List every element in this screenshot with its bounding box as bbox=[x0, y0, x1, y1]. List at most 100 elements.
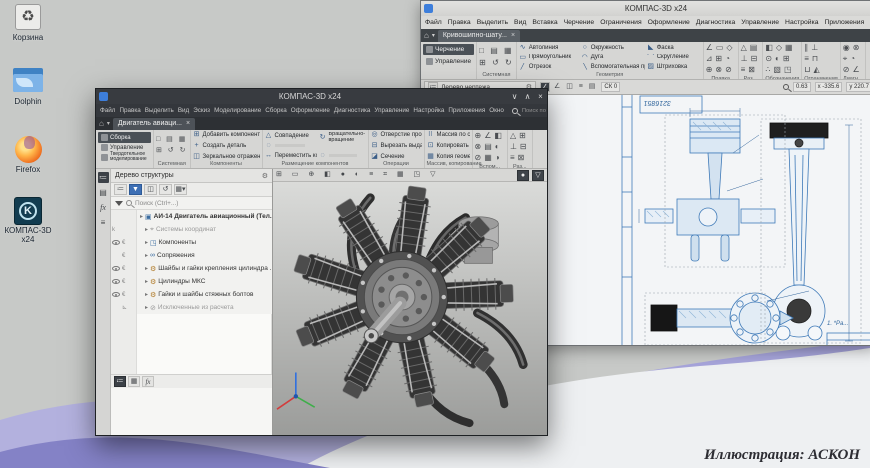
menu-diagnostics[interactable]: Диагностика bbox=[334, 107, 371, 114]
system-icons-row[interactable]: □ ▤ ▦ bbox=[479, 46, 514, 56]
eye-icon[interactable] bbox=[112, 240, 120, 245]
3d-viewport[interactable] bbox=[273, 182, 547, 435]
icon-grid-row[interactable]: ∴▧◳ bbox=[765, 65, 799, 74]
tool-copy-objects[interactable]: ⊡Копировать объекты bbox=[427, 142, 470, 149]
icon-grid-row[interactable]: ⌖◔ bbox=[843, 54, 863, 63]
menu-view[interactable]: Вид bbox=[178, 107, 189, 114]
tree-relations-button[interactable]: ◫ bbox=[144, 184, 157, 195]
tool-segment[interactable]: ╱Отрезок bbox=[519, 63, 579, 70]
tool-rectangle[interactable]: ▭Прямоугольник bbox=[519, 54, 579, 61]
menu-layout[interactable]: Оформление bbox=[648, 19, 690, 26]
tab-crank-drawing[interactable]: Кривошипно-шату... × bbox=[438, 30, 520, 42]
menu-apps[interactable]: Приложения bbox=[825, 19, 865, 26]
icon-grid-row[interactable]: ⊘∠ bbox=[843, 65, 863, 74]
back-title-bar[interactable]: КОМПАС-3D x24 bbox=[421, 1, 870, 16]
system-icons-row[interactable]: □ ▤ ▦ bbox=[156, 136, 188, 144]
menu-edit[interactable]: Правка bbox=[119, 107, 140, 114]
desktop-icon-dolphin[interactable]: Dolphin bbox=[0, 66, 58, 107]
icon-grid-row[interactable]: ⊥⊟ bbox=[510, 142, 530, 151]
menu-settings[interactable]: Настройка bbox=[413, 107, 444, 114]
hamburger-icon[interactable]: ≡ bbox=[98, 217, 109, 228]
tree-item-excluded[interactable]: ⊾ ▸⊘Исключенные из расчета bbox=[111, 301, 272, 314]
menu-assembly[interactable]: Сборка bbox=[265, 107, 287, 114]
system-icons-row[interactable]: ⊞ ↺ ↻ bbox=[479, 58, 514, 68]
menu-constraints[interactable]: Ограничения bbox=[600, 19, 641, 26]
tree-history-button[interactable]: ↺ bbox=[159, 184, 172, 195]
tree-item-mates[interactable]: € ▸∞Сопряжения bbox=[111, 249, 272, 262]
search-icon[interactable] bbox=[512, 108, 518, 114]
desktop-icon-trash[interactable]: ♻ Корзина bbox=[0, 4, 58, 43]
icon-grid-row[interactable]: ⊕∠◧ bbox=[475, 131, 505, 140]
section-solid-modeling[interactable]: Твердотельное моделирование bbox=[98, 152, 151, 163]
tree-item-root[interactable]: ▸▣АИ-14 Двигатель авиационный (Тел... bbox=[111, 210, 272, 223]
menu-manage[interactable]: Управление bbox=[374, 107, 409, 114]
tool-geometry-copy[interactable]: ▦Копия геометрии bbox=[427, 153, 470, 160]
eye-icon[interactable] bbox=[112, 279, 120, 284]
icon-grid-row[interactable]: ⊔◭ bbox=[804, 65, 838, 74]
icon-grid-row[interactable]: ◧◇▦ bbox=[765, 43, 799, 52]
icon-grid-row[interactable]: △▤ bbox=[741, 43, 761, 52]
grid-tab-icon[interactable]: ▦ bbox=[128, 376, 140, 387]
filter-icon[interactable]: ▽ bbox=[532, 170, 544, 181]
tool-simple-hole[interactable]: ◎Отверстие простое bbox=[371, 131, 422, 138]
icon-grid-row[interactable]: ⊕⊗⊘ bbox=[706, 65, 736, 74]
tool-section[interactable]: ◪Сечение bbox=[371, 153, 422, 160]
home-icon[interactable]: ⌂ bbox=[99, 119, 104, 128]
menu-select[interactable]: Выделить bbox=[477, 19, 508, 26]
menu-apps[interactable]: Приложения bbox=[448, 107, 485, 114]
tool-coincidence[interactable]: △Совпадение bbox=[265, 132, 317, 139]
front-title-bar[interactable]: КОМПАС-3D x24 ∨ ∧ × bbox=[96, 89, 547, 104]
tree-item-coordinate-systems[interactable]: k ▸⌖Системы координат bbox=[111, 223, 272, 236]
tab-list-chevron-icon[interactable]: ▾ bbox=[107, 120, 110, 127]
layers-icon[interactable]: ▤ bbox=[98, 187, 109, 198]
tab-list-chevron-icon[interactable]: ▾ bbox=[432, 32, 435, 39]
tool-hatch[interactable]: ▨Штриховка bbox=[647, 63, 700, 70]
menu-window[interactable]: Окно bbox=[489, 107, 504, 114]
expander-icon[interactable]: ▸ bbox=[145, 239, 148, 246]
drawing-canvas[interactable]: 3216851 1. *Ра... bbox=[527, 95, 870, 345]
icon-grid-row[interactable]: ⊙◐⊞ bbox=[765, 54, 799, 63]
section-assembly[interactable]: Сборка bbox=[98, 132, 151, 143]
home-icon[interactable]: ⌂ bbox=[424, 31, 429, 40]
menu-select[interactable]: Выделить bbox=[145, 107, 174, 114]
icon-grid-row[interactable]: ⊘▦◑ bbox=[475, 153, 505, 162]
icon-grid-row[interactable]: △⊞ bbox=[510, 131, 530, 140]
tool-fillet[interactable]: ⌒Скругление bbox=[647, 54, 700, 61]
tool-grid-array[interactable]: ⠿Массив по сетке bbox=[427, 131, 470, 138]
tree-structure-button[interactable]: ▼ bbox=[129, 184, 142, 195]
zoom-value[interactable]: 0.63 bbox=[793, 82, 811, 92]
section-drawing[interactable]: Черчение bbox=[423, 44, 474, 55]
expander-icon[interactable]: ▸ bbox=[145, 252, 148, 259]
menu-manage[interactable]: Управление bbox=[741, 19, 779, 26]
shading-mode-icon[interactable]: ● bbox=[517, 170, 529, 181]
eye-icon[interactable] bbox=[112, 292, 120, 297]
tree-filter-button[interactable]: ≔ bbox=[114, 184, 127, 195]
minimize-button[interactable]: ∨ bbox=[508, 90, 521, 103]
eye-icon[interactable] bbox=[112, 266, 120, 271]
icon-grid-row[interactable]: ≡⊠ bbox=[510, 153, 530, 162]
tool-arc[interactable]: ◠Дуга bbox=[581, 54, 645, 61]
menu-file[interactable]: Файл bbox=[100, 107, 115, 114]
expander-icon[interactable]: ▸ bbox=[145, 278, 148, 285]
menu-insert[interactable]: Вставка bbox=[532, 19, 557, 26]
tool-mirror-component[interactable]: ◫Зеркальное отражение ком... bbox=[193, 153, 260, 160]
expander-icon[interactable]: ▸ bbox=[140, 213, 143, 220]
menu-modeling[interactable]: Моделирование bbox=[214, 107, 261, 114]
menu-file[interactable]: Файл bbox=[425, 19, 442, 26]
icon-grid-row[interactable]: ◉⊗ bbox=[843, 43, 863, 52]
section-manage[interactable]: Управление bbox=[423, 56, 474, 67]
close-button[interactable]: × bbox=[534, 90, 547, 103]
tool-add-component[interactable]: ⊞Добавить компонент из ... bbox=[193, 131, 260, 138]
tool-chamfer[interactable]: ◣Фаска bbox=[647, 44, 700, 51]
tool-create-part[interactable]: +Создать деталь bbox=[193, 142, 260, 149]
viewport-mini-icons[interactable]: ∠ ◫ ≡ ▤ bbox=[554, 83, 597, 91]
command-search[interactable]: Поиск по командам (Alt+/) bbox=[522, 108, 547, 114]
filter-funnel-icon[interactable] bbox=[115, 201, 123, 206]
menu-layout[interactable]: Оформление bbox=[291, 107, 330, 114]
menu-edit[interactable]: Правка bbox=[448, 19, 471, 26]
tree-display-button[interactable]: ▦▾ bbox=[174, 184, 187, 195]
menu-sketch[interactable]: Эскиз bbox=[193, 107, 210, 114]
tool-cut-extrude[interactable]: ⊟Вырезать выдавливанием bbox=[371, 142, 422, 149]
viewport-toolbar-icons[interactable]: ⊞ ▭ ⊕ ◧ ● ◐ ≡ ⌗ ▦ ◳ ▽ bbox=[276, 171, 440, 179]
tool-construction-line[interactable]: ╲Вспомогательная прямая bbox=[581, 63, 645, 70]
